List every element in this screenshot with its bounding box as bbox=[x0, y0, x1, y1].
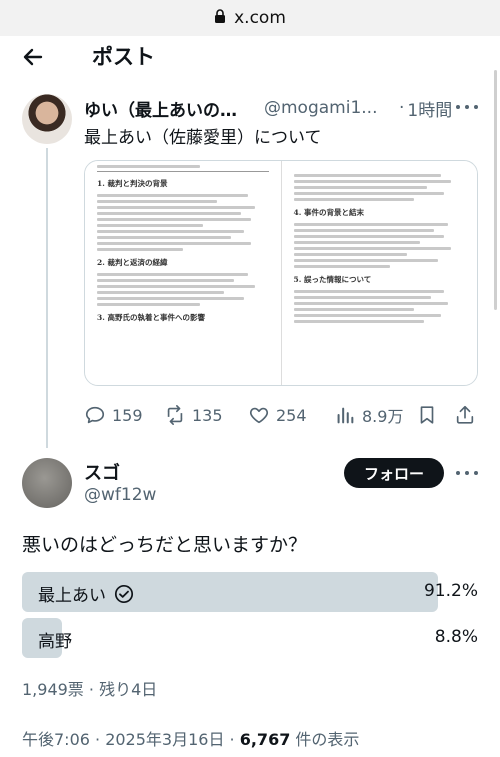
post-text: 悪いのはどっちだと思いますか？ bbox=[22, 534, 308, 556]
avatar[interactable] bbox=[22, 458, 72, 508]
section-heading: 1. 裁判と判決の背景 bbox=[97, 179, 168, 188]
thread-connector bbox=[46, 148, 48, 448]
repost-icon bbox=[167, 405, 183, 425]
url-text: x.com bbox=[234, 8, 286, 28]
views-label: 件の表示 bbox=[290, 730, 360, 749]
poll-option[interactable]: 高野 8.8% bbox=[22, 618, 480, 658]
poll-percent: 8.8% bbox=[434, 627, 478, 647]
scrollbar[interactable] bbox=[494, 70, 497, 310]
like-button[interactable]: 254 bbox=[248, 400, 307, 430]
analytics-icon bbox=[337, 407, 354, 424]
browser-url-bar[interactable]: x.com bbox=[0, 0, 500, 36]
post-header: ゆい（最上あいの… @mogami1... · 1時間 bbox=[84, 96, 484, 121]
section-heading: 2. 裁判と返済の経緯 bbox=[97, 258, 168, 267]
author-name[interactable]: スゴ bbox=[84, 459, 120, 485]
post-image[interactable]: 1. 裁判と判決の背景 2. 裁判と返済の経緯 3. 高野氏の執着と事件への影響… bbox=[84, 160, 478, 386]
top-nav: ポスト bbox=[0, 36, 500, 76]
views-count[interactable]: 6,767 bbox=[240, 730, 291, 749]
follow-button[interactable]: フォロー bbox=[344, 458, 444, 488]
bookmark-icon[interactable] bbox=[416, 400, 438, 430]
avatar[interactable] bbox=[22, 94, 72, 144]
like-count: 254 bbox=[276, 405, 307, 425]
views-button[interactable]: 8.9万 bbox=[334, 400, 403, 430]
section-heading: 5. 誤った情報について bbox=[293, 275, 372, 284]
reply-button[interactable]: 159 bbox=[84, 400, 143, 430]
more-options-icon[interactable] bbox=[456, 468, 478, 478]
more-options-icon[interactable] bbox=[456, 102, 478, 112]
author-handle[interactable]: @wf12w bbox=[84, 485, 156, 505]
back-arrow-icon[interactable] bbox=[18, 42, 48, 72]
post-timestamp-line: 午後7:06 · 2025年3月16日 · 6,767 件の表示 bbox=[22, 726, 359, 750]
poll-meta: 1,949票 · 残り4日 bbox=[22, 680, 158, 699]
separator-dot: · bbox=[399, 98, 405, 118]
repost-count: 135 bbox=[192, 405, 223, 425]
document-page-right: 4. 事件の背景と結末 5. 誤った情報について bbox=[280, 161, 477, 385]
share-icon[interactable] bbox=[454, 400, 476, 430]
post-actions: 159 135 254 8.9万 bbox=[84, 400, 484, 430]
page-title: ポスト bbox=[92, 45, 155, 69]
repost-button[interactable]: 135 bbox=[164, 400, 223, 430]
section-heading: 3. 高野氏の執着と事件への影響 bbox=[97, 313, 205, 322]
poll-percent: 91.2% bbox=[423, 581, 478, 601]
author-handle[interactable]: @mogami1... bbox=[264, 98, 396, 118]
document-page-left: 1. 裁判と判決の背景 2. 裁判と返済の経緯 3. 高野氏の執着と事件への影響 bbox=[85, 161, 281, 385]
heart-icon bbox=[249, 407, 269, 424]
author-name[interactable]: ゆい（最上あいの… bbox=[84, 96, 254, 121]
poll-option-label: 最上あい bbox=[38, 586, 106, 606]
post-time[interactable]: 1時間 bbox=[407, 96, 452, 121]
post-timestamp[interactable]: 午後7:06 · 2025年3月16日 · bbox=[22, 730, 240, 749]
lock-icon bbox=[214, 8, 226, 28]
post-text: 最上あい（佐藤愛里）について bbox=[84, 128, 322, 148]
view-count: 8.9万 bbox=[362, 407, 404, 426]
poll-option-label: 高野 bbox=[38, 632, 72, 652]
reply-count: 159 bbox=[112, 405, 143, 425]
check-circle-icon bbox=[114, 584, 134, 603]
poll-option[interactable]: 最上あい 91.2% bbox=[22, 572, 480, 612]
reply-icon bbox=[85, 406, 105, 424]
section-heading: 4. 事件の背景と結末 bbox=[293, 208, 364, 217]
